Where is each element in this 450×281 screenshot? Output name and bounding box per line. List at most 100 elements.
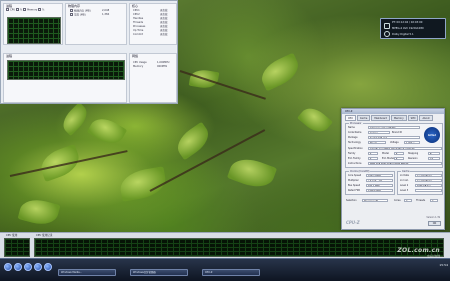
clock[interactable]: 15:54 — [439, 263, 448, 267]
kernel-row-value: 无负载 — [160, 21, 168, 24]
film-icon — [384, 23, 390, 29]
kernel-row-label: Processes — [133, 25, 146, 28]
field-label: Specification — [348, 147, 363, 150]
group-title: Clocks (Core#0) — [349, 170, 371, 173]
wallpaper-leaf — [226, 153, 278, 193]
wallpaper-leaf — [171, 121, 215, 161]
cpu-pane: 进程 CPU % Memory % — [3, 3, 63, 45]
kernel-row-value: 无负载 — [160, 9, 168, 12]
l1-data-value: 2 x 32 KBytes — [415, 174, 442, 178]
kernel-row-value: 无负载 — [160, 25, 168, 28]
field-label: Code Name — [348, 131, 362, 134]
cpu-usage-graph — [4, 238, 30, 257]
field-label: L1 Inst. — [400, 179, 409, 182]
revision-value: G0 — [428, 157, 440, 161]
taskbar-button-task-manager[interactable]: Windows任务管理器 — [130, 269, 188, 276]
model-value: F — [394, 152, 404, 156]
checkbox[interactable] — [15, 8, 19, 11]
field-label: Ext. Model — [382, 157, 395, 160]
kernel-row-label: CPU1 — [133, 9, 140, 12]
intel-logo: intel — [424, 127, 440, 143]
tab-memory[interactable]: Memory — [390, 115, 407, 121]
task-manager-window[interactable]: 进程 CPU % Memory % 物理内存 物理内存 (MB) 2,048 可… — [0, 0, 178, 104]
ok-button[interactable]: OK — [428, 221, 441, 226]
taskbar-button-media[interactable]: Windows Media... — [58, 269, 116, 276]
field-label: Bus Speed — [348, 184, 361, 187]
field-label: Level 3 — [400, 189, 409, 192]
cpuz-brand: CPU-Z — [346, 220, 360, 225]
family-value: 6 — [368, 152, 378, 156]
threads-value: 2 — [430, 199, 438, 203]
kernel-row-label: Handles — [133, 17, 144, 20]
field-label: Cores — [394, 199, 401, 202]
field-label: Model — [382, 152, 389, 155]
memory-row: 物理内存 (MB) — [70, 9, 91, 13]
audio-icon — [384, 31, 390, 37]
field-label: Ext. Family — [348, 157, 361, 160]
taskbar: Windows Media... Windows任务管理器 CPU-Z 15:5… — [0, 258, 450, 281]
checkbox[interactable] — [38, 8, 42, 11]
checkbox[interactable] — [6, 8, 9, 11]
kernel-row-value: 无负载 — [160, 29, 168, 32]
network-pane: 网络 CPU Usage 1,000MHz Memory 000MHz — [129, 53, 177, 103]
tab-spd[interactable]: SPD — [407, 115, 419, 121]
level2-value: 4096 KBytes — [415, 184, 442, 188]
volume-icon[interactable] — [44, 263, 52, 271]
field-label: Selection — [346, 199, 357, 202]
field-label: Multiplier — [348, 179, 359, 182]
media-time: PT: 00:12:04 / 02:03:00 — [392, 21, 423, 24]
previous-icon[interactable] — [24, 263, 32, 271]
field-label: Package — [348, 136, 358, 139]
kernel-row-label: Up Time — [133, 29, 144, 32]
group-title: Cache — [401, 170, 411, 173]
cpu-usage-label: CPU 使用 — [6, 234, 18, 237]
kernel-row-value: 无负载 — [160, 17, 168, 20]
cores-value: 2 — [404, 199, 412, 203]
processor-select[interactable]: Processor #1 — [362, 199, 388, 203]
stop-icon[interactable] — [14, 263, 22, 271]
field-label: Core Speed — [348, 174, 362, 177]
checkbox-row[interactable]: CPU % Memory % — [6, 8, 44, 12]
field-label: Name — [348, 126, 355, 129]
checkbox[interactable] — [23, 8, 27, 11]
field-label: Brand ID — [392, 131, 403, 134]
pane-title: 物理内存 — [68, 4, 81, 8]
cpuz-window[interactable]: CPU-Z CPU Cache Mainboard Memory SPD Abo… — [341, 108, 445, 230]
kernel-row-value: 无负载 — [160, 33, 168, 36]
taskbar-button-cpuz[interactable]: CPU-Z — [202, 269, 260, 276]
field-label: Family — [348, 152, 356, 155]
clocks-group: Clocks (Core#0) Core Speed 1992.7 MHz Mu… — [345, 170, 395, 195]
technology-value: 65 nm — [368, 141, 386, 145]
field-label: Threads — [416, 199, 426, 202]
cpu-history-graph — [34, 238, 444, 257]
tab-cpu[interactable]: CPU — [345, 115, 356, 121]
ext-model-value: F — [394, 157, 404, 161]
core-speed-value: 1992.7 MHz — [366, 174, 393, 178]
level3-value — [415, 189, 442, 193]
kernel-pane: 核心 CPU1 无负载 CPU2 无负载 Handles 无负载 Threads… — [129, 3, 177, 45]
field-label: Technology — [348, 141, 361, 144]
memory-row: 可用 (MB) — [70, 13, 86, 17]
code-name-value: Conroe — [368, 131, 390, 135]
next-icon[interactable] — [34, 263, 42, 271]
field-label: Voltage — [390, 141, 399, 144]
tab-about[interactable]: About — [419, 115, 433, 121]
wallpaper-leaf — [86, 112, 128, 150]
checkbox[interactable] — [70, 13, 73, 16]
kernel-row-label: Commit — [133, 33, 143, 36]
field-label: Stepping — [408, 152, 419, 155]
play-icon[interactable] — [4, 263, 12, 271]
rated-fsb-value: 1328.5 MHz — [366, 189, 393, 193]
version-label: Version 1.39 — [426, 216, 440, 219]
system-tray[interactable]: 15:54 — [404, 263, 448, 278]
tab-cache[interactable]: Cache — [356, 115, 371, 121]
tab-mainboard[interactable]: Mainboard — [371, 115, 390, 121]
field-label: Level 2 — [400, 184, 409, 187]
field-label: Instructions — [348, 162, 362, 165]
cpu-history-label: CPU 使用记录 — [36, 234, 53, 237]
kernel-row-label: CPU2 — [133, 13, 140, 16]
field-label: Revision — [408, 157, 418, 160]
bus-speed-value: 332.1 MHz — [366, 184, 393, 188]
checkbox[interactable] — [70, 9, 73, 12]
media-video-format: MPEG-4 AVC 1920x1080 — [392, 27, 424, 30]
